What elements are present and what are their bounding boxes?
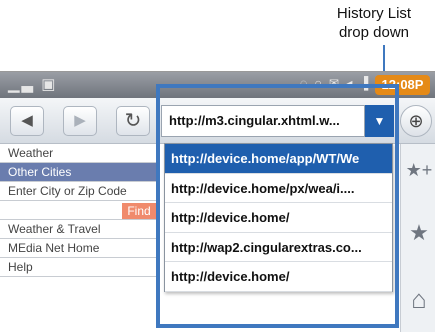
link-other-cities[interactable]: Other Cities (0, 163, 158, 182)
forward-arrow-icon: ▶ (74, 112, 86, 129)
forward-button[interactable]: ▶ (63, 106, 97, 136)
browser-sidebar: ★+ ★ ⌂ (400, 144, 435, 332)
history-list-callout: History List drop down (318, 4, 430, 42)
link-help[interactable]: Help (0, 258, 158, 277)
zoom-button[interactable]: ⊕ (400, 105, 432, 137)
add-favorite-icon[interactable]: ★+ (405, 160, 433, 181)
home-icon[interactable]: ⌂ (405, 284, 433, 315)
zoom-icon: ⊕ (408, 111, 424, 131)
link-media-net-home[interactable]: MEdia Net Home (0, 239, 158, 258)
city-zip-label: Enter City or Zip Code (0, 182, 158, 201)
highlight-frame (156, 84, 399, 328)
find-button[interactable]: Find (122, 203, 156, 219)
signal-icon: ▁▃ ▣ (8, 76, 58, 93)
page-heading-weather: Weather (0, 144, 158, 163)
link-weather-travel[interactable]: Weather & Travel (0, 220, 158, 239)
city-search-row[interactable]: Find (0, 201, 158, 220)
back-arrow-icon: ◀ (21, 112, 33, 129)
refresh-button[interactable]: ↻ (116, 106, 150, 136)
web-page-content: Weather Other Cities Enter City or Zip C… (0, 144, 158, 332)
favorites-star-icon[interactable]: ★ (405, 220, 433, 246)
refresh-icon: ↻ (124, 110, 142, 132)
callout-line-1: History List (336, 5, 412, 22)
phone-screen: ▁▃ ▣ ◌ ○ ✉ ◂ ▐ 12:08P ◀ ▶ ↻ http://m3.ci… (0, 71, 435, 332)
callout-line-2: drop down (338, 24, 410, 41)
back-button[interactable]: ◀ (10, 106, 44, 136)
